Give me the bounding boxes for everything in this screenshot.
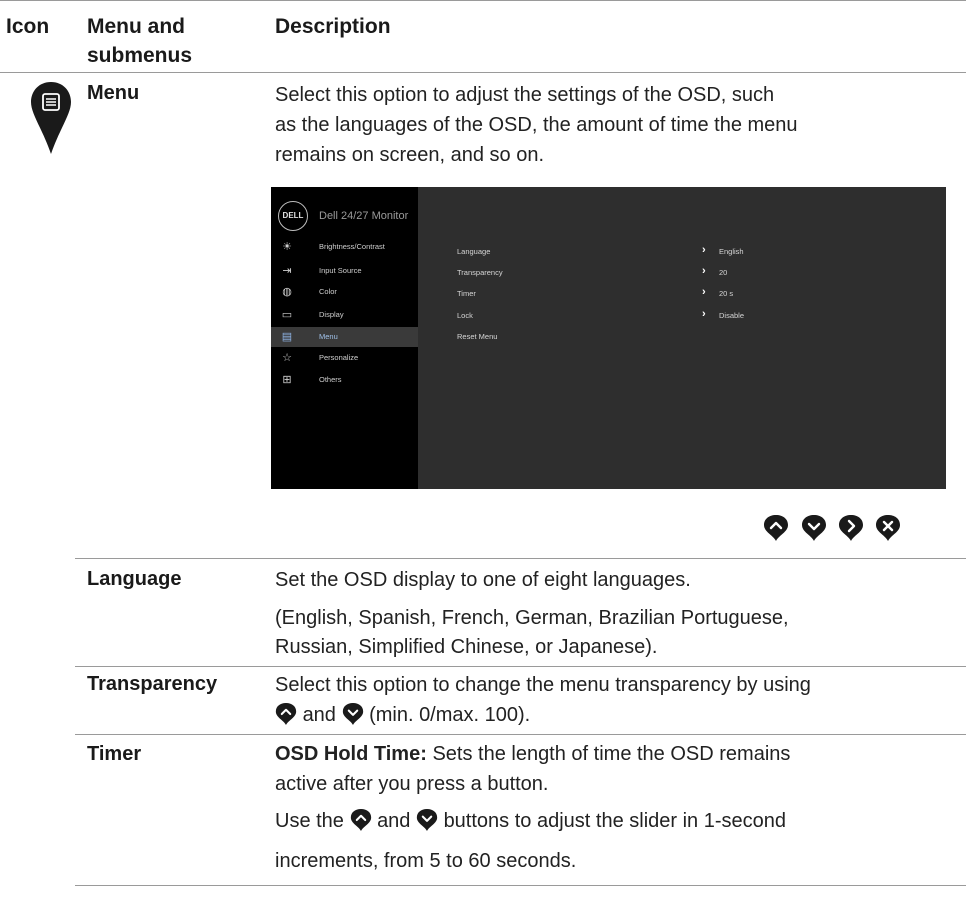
personalize-icon: ☆: [282, 352, 292, 364]
display-icon: ▭: [281, 309, 293, 321]
timer-row-label: Timer: [87, 743, 142, 765]
osd-row-name: Transparency: [457, 268, 503, 277]
osd-menu-label: Brightness/Contrast: [319, 242, 385, 251]
header-rule: [0, 72, 966, 73]
others-icon: ⊞: [282, 374, 292, 386]
transparency-desc-line2: and (min. 0/max. 100).: [275, 701, 530, 729]
down-button-icon: [342, 703, 363, 725]
osd-row-value: 20 s: [719, 289, 734, 298]
osd-row-name: Reset Menu: [457, 332, 498, 341]
osd-menu-personalize[interactable]: ☆ Personalize: [271, 348, 418, 368]
timer-desc-line4: increments, from 5 to 60 seconds.: [275, 850, 577, 872]
right-button-icon[interactable]: [838, 514, 864, 542]
language-row-label: Language: [87, 568, 182, 590]
menu-list-pin-icon: [31, 82, 71, 154]
bottom-rule: [75, 885, 966, 886]
osd-row-value: 20: [719, 268, 728, 277]
chevron-right-icon: ›: [702, 265, 706, 277]
osd-title: Dell 24/27 Monitor: [319, 210, 409, 222]
and-text: and: [302, 704, 336, 726]
osd-menu-label: Personalize: [319, 353, 359, 362]
osd-menu-color[interactable]: ◍ Color: [271, 282, 418, 302]
osd-sidebar: DELL Dell 24/27 Monitor ☀ Brightness/Con…: [271, 187, 418, 489]
range-text: (min. 0/max. 100).: [369, 704, 531, 726]
dell-logo: DELL: [278, 201, 308, 231]
and-text: and: [377, 810, 411, 832]
up-button-icon: [275, 703, 297, 725]
down-button-icon: [416, 809, 438, 831]
osd-menu-brightness[interactable]: ☀ Brightness/Contrast: [271, 237, 418, 257]
osd-menu-label: Input Source: [319, 266, 362, 275]
osd-menu-menu[interactable]: ▤ Menu: [271, 327, 418, 347]
osd-row-name: Lock: [457, 311, 473, 320]
osd-menu-input-source[interactable]: ⇥ Input Source: [271, 261, 418, 281]
osd-screenshot: DELL Dell 24/27 Monitor ☀ Brightness/Con…: [271, 187, 946, 489]
row-rule: [75, 558, 966, 559]
osd-menu-label: Others: [319, 375, 342, 384]
up-button-icon[interactable]: [763, 514, 789, 542]
menu-desc-line2: as the languages of the OSD, the amount …: [275, 114, 798, 136]
down-button-icon[interactable]: [801, 514, 827, 542]
timer-desc-line2: active after you press a button.: [275, 773, 549, 795]
header-icon: Icon: [6, 15, 50, 38]
input-source-icon: ⇥: [282, 265, 292, 277]
osd-hold-time-label: OSD Hold Time:: [275, 743, 427, 765]
transparency-row-label: Transparency: [87, 673, 218, 695]
osd-row-value: Disable: [719, 311, 745, 320]
osd-row-value: English: [719, 247, 744, 256]
menu-icon: ▤: [281, 331, 293, 343]
menu-desc-line1: Select this option to adjust the setting…: [275, 84, 775, 106]
header-menu-line1: Menu and: [87, 15, 185, 38]
osd-row-lock[interactable]: Lock › Disable: [457, 306, 897, 326]
chevron-right-icon: ›: [702, 244, 706, 256]
use-the-text: Use the: [275, 810, 344, 832]
timer-desc-line1-rest: Sets the length of time the OSD remains: [432, 743, 791, 765]
osd-row-transparency[interactable]: Transparency › 20: [457, 263, 897, 283]
osd-menu-label: Menu: [319, 332, 338, 341]
table-top-rule: [0, 0, 966, 1]
color-icon: ◍: [282, 286, 292, 298]
osd-menu-others[interactable]: ⊞ Others: [271, 370, 418, 390]
header-menu-line2: submenus: [87, 44, 193, 67]
buttons-text: buttons to adjust the slider in 1-second: [443, 810, 786, 832]
row-rule: [75, 666, 966, 667]
osd-row-language[interactable]: Language › English: [457, 242, 897, 262]
language-desc-line2: (English, Spanish, French, German, Brazi…: [275, 607, 789, 629]
close-button-icon[interactable]: [875, 514, 901, 542]
timer-desc-line1: OSD Hold Time: Sets the length of time t…: [275, 740, 790, 768]
osd-row-name: Timer: [457, 289, 476, 298]
menu-row-label: Menu: [87, 82, 140, 104]
brightness-icon: ☀: [282, 241, 292, 253]
osd-row-name: Language: [457, 247, 491, 256]
language-desc-line3: Russian, Simplified Chinese, or Japanese…: [275, 636, 658, 658]
osd-row-timer[interactable]: Timer › 20 s: [457, 284, 897, 304]
up-button-icon: [350, 809, 371, 831]
header-description: Description: [275, 15, 391, 38]
timer-desc-line3: Use the and buttons to adjust the slider…: [275, 807, 786, 835]
menu-desc-line3: remains on screen, and so on.: [275, 144, 545, 166]
osd-row-reset-menu[interactable]: Reset Menu: [457, 327, 897, 347]
osd-menu-display[interactable]: ▭ Display: [271, 305, 418, 325]
transparency-desc-line1: Select this option to change the menu tr…: [275, 674, 811, 696]
osd-menu-label: Color: [319, 287, 337, 296]
chevron-right-icon: ›: [702, 308, 706, 320]
osd-menu-label: Display: [319, 310, 344, 319]
language-desc-line1: Set the OSD display to one of eight lang…: [275, 569, 691, 591]
row-rule: [75, 734, 966, 735]
chevron-right-icon: ›: [702, 286, 706, 298]
